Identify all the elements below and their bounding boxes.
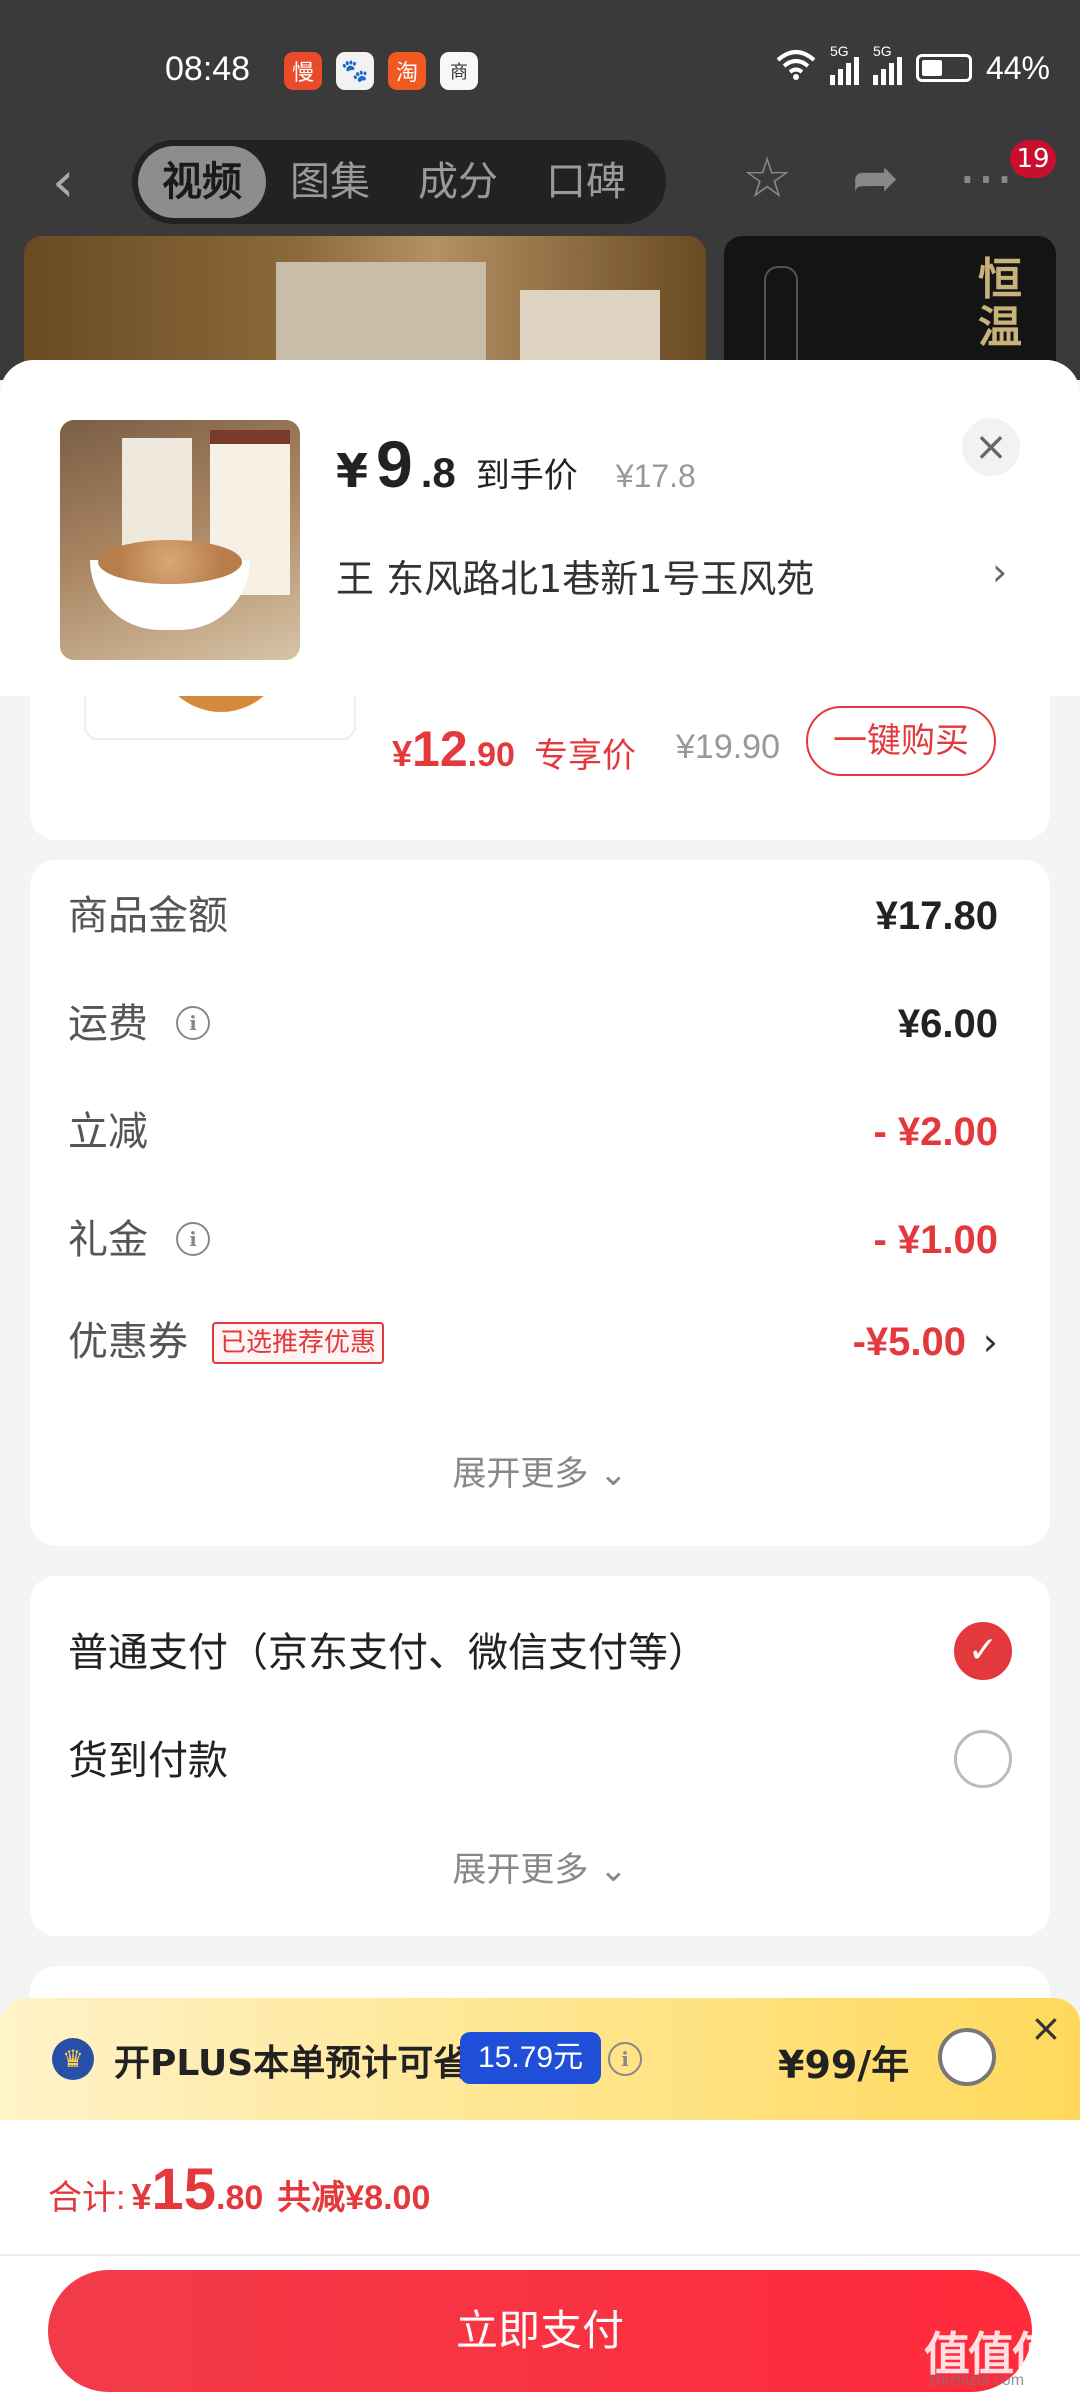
goods-amount-value: ¥17.80: [875, 894, 998, 938]
chevron-right-icon[interactable]: ›: [983, 1312, 998, 1372]
plus-membership-bar[interactable]: ♛ 开PLUS本单预计可省 15.79元 i ¥99/年 ×: [0, 1998, 1080, 2120]
status-indicators: 5G 5G 44%: [776, 43, 1050, 88]
instant-discount-label: 立减: [68, 1109, 148, 1155]
expand-more-button[interactable]: 展开更多 ⌄: [30, 1446, 1050, 1495]
total-label: 合计:: [48, 2179, 126, 2217]
crown-icon: ♛: [52, 2038, 94, 2080]
price-label: 到手价: [475, 456, 578, 496]
payment-method-card: 普通支付（京东支付、微信支付等） ✓ 货到付款 展开更多 ⌄: [30, 1576, 1050, 1936]
taobao-app-icon: 淘: [388, 52, 426, 90]
promo-original-price: ¥19.90: [676, 728, 780, 766]
checkmark-icon[interactable]: ✓: [954, 1622, 1012, 1680]
pay-now-button[interactable]: 立即支付: [48, 2270, 1032, 2392]
share-icon[interactable]: ➦: [852, 146, 899, 211]
price-integer: 9: [376, 427, 413, 501]
info-icon[interactable]: i: [176, 1222, 210, 1256]
info-icon[interactable]: i: [608, 2042, 642, 2076]
tab-ingredients[interactable]: 成分: [394, 146, 522, 218]
total-integer: 15: [151, 2157, 216, 2222]
tab-reviews[interactable]: 口碑: [522, 146, 650, 218]
plus-annual-price: ¥99/年: [778, 2043, 910, 2087]
instant-discount-value: - ¥2.00: [873, 1110, 998, 1154]
delivery-address[interactable]: 王 东风路北1巷新1号玉风苑: [336, 548, 814, 603]
status-bar: 08:48 慢 🐾 淘 商 5G 5G 44%: [0, 0, 1080, 140]
total-savings: 共减¥8.00: [277, 2179, 431, 2217]
gift-money-value: - ¥1.00: [873, 1218, 998, 1262]
price-currency: ¥: [336, 444, 369, 498]
promo-currency: ¥: [392, 733, 413, 774]
plus-radio-button[interactable]: [938, 2028, 996, 2086]
promo-price: ¥ 12 .90: [392, 720, 515, 778]
info-icon[interactable]: i: [176, 1006, 210, 1040]
peanuts-graphic: [98, 540, 242, 584]
more-icon[interactable]: ⋯: [958, 146, 1014, 211]
man-app-icon: 慢: [284, 52, 322, 90]
promo-decimal: .90: [467, 736, 515, 774]
battery-percent: 44%: [985, 49, 1050, 86]
back-arrow-icon[interactable]: ‹: [52, 150, 74, 215]
divider: [0, 2254, 1080, 2256]
total-currency: ¥: [131, 2176, 152, 2217]
total-decimal: .80: [216, 2179, 264, 2217]
payment-option-label: 普通支付（京东支付、微信支付等）: [68, 1630, 708, 1676]
one-click-buy-button[interactable]: 一键购买: [806, 706, 996, 776]
checkout-footer: 合计: ¥ 15 .80 共减¥8.00 立即支付: [0, 2120, 1080, 2400]
order-total: 合计: ¥ 15 .80 共减¥8.00: [48, 2156, 430, 2223]
chevron-right-icon[interactable]: ›: [992, 550, 1007, 594]
payment-option-cod[interactable]: 货到付款: [68, 1726, 1012, 1796]
shipping-label: 运费: [68, 1001, 148, 1047]
coupon-row[interactable]: 优惠券 已选推荐优惠 -¥5.00 ›: [68, 1312, 998, 1372]
message-count-badge: 19: [1010, 140, 1056, 178]
instant-discount-row: 立减 - ¥2.00: [68, 1102, 998, 1162]
gift-money-row: 礼金 i - ¥1.00: [68, 1210, 998, 1270]
baidu-app-icon: 🐾: [336, 52, 374, 90]
product-thumbnail: [60, 420, 300, 660]
plus-savings-text: 开PLUS本单预计可省: [114, 2043, 470, 2084]
goods-amount-label: 商品金额: [68, 893, 228, 939]
sheet-header: ¥ 9 .8 到手价 ¥17.8 × 王 东风路北1巷新1号玉风苑 ›: [0, 360, 1080, 696]
promo-integer: 12: [412, 721, 468, 777]
realme-app-icon: 商: [440, 52, 478, 90]
tab-video[interactable]: 视频: [138, 146, 266, 218]
radio-button[interactable]: [954, 1730, 1012, 1788]
promo-price-label: 专享价: [534, 736, 636, 776]
original-price: ¥17.8: [615, 458, 696, 494]
coupon-value: -¥5.00: [852, 1320, 966, 1364]
expand-more-button[interactable]: 展开更多 ⌄: [30, 1842, 1050, 1891]
status-time: 08:48: [165, 50, 251, 88]
shipping-value: ¥6.00: [897, 1002, 998, 1046]
media-tabs: 视频 图集 成分 口碑: [132, 140, 666, 224]
final-price: ¥ 9 .8 到手价 ¥17.8: [336, 426, 696, 502]
recommended-coupon-tag: 已选推荐优惠: [212, 1322, 385, 1364]
plus-savings-badge: 15.79元: [460, 2032, 602, 2084]
coupon-label: 优惠券: [68, 1319, 188, 1365]
battery-icon: [915, 54, 972, 82]
background-product-page: 08:48 慢 🐾 淘 商 5G 5G 44% ‹ 视频 图集 成分 口碑 ☆ …: [0, 0, 1080, 400]
signal-icon: 5G: [829, 43, 859, 85]
close-icon[interactable]: ×: [1030, 2006, 1062, 2050]
price-summary-card: 商品金额 ¥17.80 运费 i ¥6.00 立减 - ¥2.00 礼金 i -…: [30, 860, 1050, 1546]
payment-option-label: 货到付款: [68, 1738, 228, 1784]
gift-money-label: 礼金: [68, 1217, 148, 1263]
thumbnail-title: 恒温: [978, 254, 1022, 353]
signal-icon: 5G: [872, 43, 902, 85]
goods-amount-row: 商品金额 ¥17.80: [68, 886, 998, 946]
payment-option-standard[interactable]: 普通支付（京东支付、微信支付等） ✓: [68, 1618, 1012, 1688]
top-navigation: ‹ 视频 图集 成分 口碑 ☆ ➦ ⋯ 19: [0, 140, 1080, 230]
price-decimal: .8: [420, 449, 456, 496]
close-icon[interactable]: ×: [962, 418, 1020, 476]
star-icon[interactable]: ☆: [742, 146, 792, 211]
wifi-icon: [776, 48, 816, 88]
tab-gallery[interactable]: 图集: [266, 146, 394, 218]
watermark-url: zhizhizhi.com: [928, 2372, 1025, 2389]
shipping-row: 运费 i ¥6.00: [68, 994, 998, 1054]
